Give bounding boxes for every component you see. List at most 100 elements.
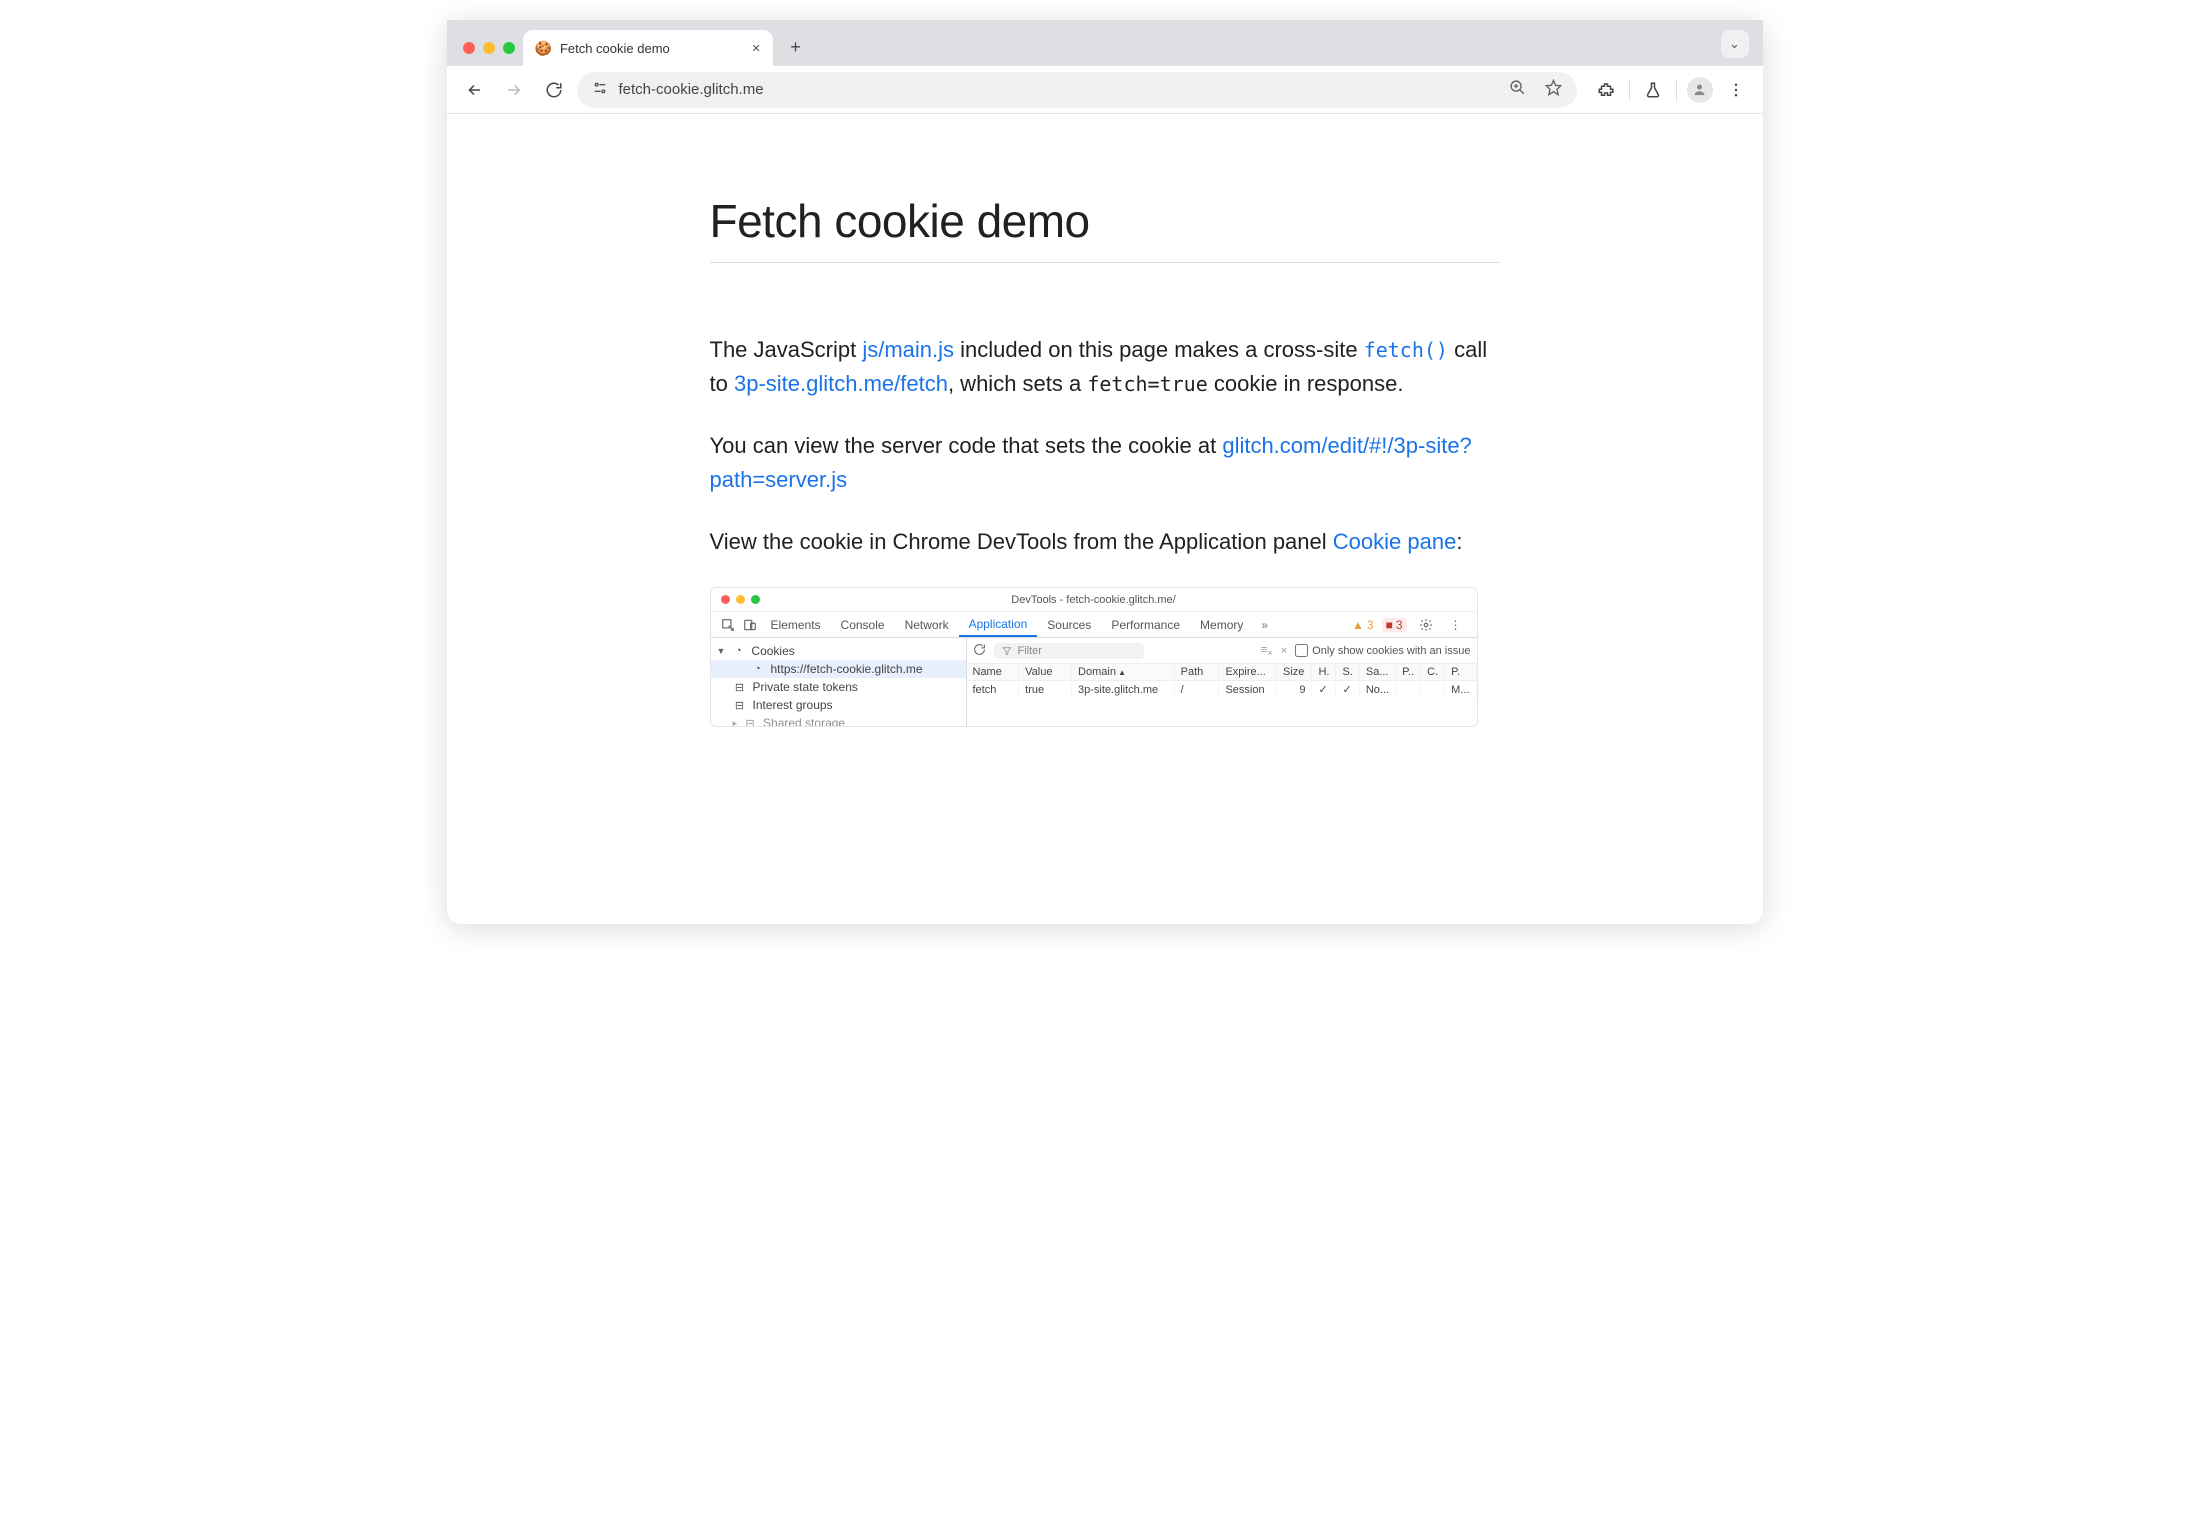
gear-icon[interactable] (1415, 618, 1437, 632)
close-tab-button[interactable]: × (752, 40, 761, 57)
cell-expires: Session (1219, 681, 1277, 699)
tab-title: Fetch cookie demo (560, 41, 670, 56)
col-path[interactable]: Path (1174, 664, 1219, 681)
menu-button[interactable] (1719, 73, 1753, 107)
devtools-filter-bar: Filter ≡× × Only show cookies with an is… (967, 638, 1477, 664)
tab-performance[interactable]: Performance (1101, 612, 1190, 637)
url-text: fetch-cookie.glitch.me (619, 81, 1495, 98)
sidebar-item-interest-groups[interactable]: ⊟ Interest groups (711, 696, 966, 714)
cell-value: true (1019, 681, 1072, 699)
device-icon[interactable] (739, 612, 761, 637)
refresh-icon[interactable] (973, 643, 986, 659)
link-main-js[interactable]: js/main.js (862, 337, 954, 362)
sidebar-item-cookie-origin[interactable]: ◔ https://fetch-cookie.glitch.me (711, 660, 966, 678)
code-fetch[interactable]: fetch() (1364, 338, 1448, 362)
minimize-window-button[interactable] (483, 42, 495, 54)
text: The JavaScript (710, 337, 863, 362)
database-icon: ⊟ (743, 717, 757, 727)
bookmark-icon[interactable] (1541, 79, 1567, 101)
col-priority[interactable]: P. (1445, 664, 1476, 681)
col-value[interactable]: Value (1019, 664, 1072, 681)
reload-icon (545, 81, 563, 99)
paragraph-3: View the cookie in Chrome DevTools from … (710, 525, 1500, 559)
address-bar[interactable]: fetch-cookie.glitch.me (577, 72, 1577, 108)
warnings-badge[interactable]: ▲ 3 (1352, 618, 1374, 632)
label: Cookies (751, 644, 794, 658)
more-tabs-button[interactable]: » (1253, 612, 1276, 637)
browser-tab[interactable]: 🍪 Fetch cookie demo × (523, 30, 773, 66)
only-issues-checkbox[interactable]: Only show cookies with an issue (1295, 644, 1470, 657)
back-button[interactable] (457, 73, 491, 107)
cell-priority: M... (1445, 681, 1476, 699)
reload-button[interactable] (537, 73, 571, 107)
tab-network[interactable]: Network (895, 612, 959, 637)
zoom-icon[interactable] (1505, 79, 1531, 101)
page-title: Fetch cookie demo (710, 194, 1500, 263)
close-icon[interactable]: × (1281, 645, 1287, 657)
text: , which sets a (948, 371, 1087, 396)
label: Shared storage (763, 716, 845, 726)
maximize-window-button[interactable] (503, 42, 515, 54)
extensions-button[interactable] (1589, 73, 1623, 107)
inspect-icon[interactable] (717, 612, 739, 637)
col-httponly[interactable]: H. (1312, 664, 1336, 681)
label: Only show cookies with an issue (1312, 645, 1470, 657)
separator (1676, 79, 1677, 101)
arrow-right-icon (505, 81, 523, 99)
link-3p-fetch[interactable]: 3p-site.glitch.me/fetch (734, 371, 948, 396)
labs-button[interactable] (1636, 73, 1670, 107)
col-domain[interactable]: Domain (1072, 664, 1175, 681)
cookies-table: Name Value Domain Path Expire... Size H.… (967, 664, 1477, 698)
col-crosssite[interactable]: C. (1421, 664, 1445, 681)
cookie-icon: 🍪 (535, 40, 552, 57)
new-tab-button[interactable]: + (781, 32, 811, 62)
cell-secure: ✓ (1336, 681, 1359, 699)
flask-icon (1644, 81, 1662, 99)
sidebar-item-shared-storage[interactable]: ▸ ⊟ Shared storage (711, 714, 966, 726)
tab-console[interactable]: Console (831, 612, 895, 637)
devtools-titlebar: DevTools - fetch-cookie.glitch.me/ (711, 588, 1477, 612)
window-controls (457, 42, 523, 66)
browser-toolbar: fetch-cookie.glitch.me (447, 66, 1763, 114)
col-partitionkey[interactable]: P.. (1396, 664, 1421, 681)
separator (1629, 79, 1630, 101)
link-cookie-pane[interactable]: Cookie pane (1333, 529, 1457, 554)
tab-sources[interactable]: Sources (1037, 612, 1101, 637)
table-row[interactable]: fetch true 3p-site.glitch.me / Session 9… (967, 681, 1477, 699)
text: : (1456, 529, 1462, 554)
avatar-icon (1687, 77, 1713, 103)
col-expires[interactable]: Expire... (1219, 664, 1277, 681)
filter-input[interactable]: Filter (994, 643, 1144, 659)
label: Interest groups (753, 698, 833, 712)
puzzle-icon (1597, 81, 1615, 99)
close-window-button[interactable] (463, 42, 475, 54)
tabs-dropdown-button[interactable]: ⌄ (1721, 30, 1749, 58)
errors-badge[interactable]: ■ 3 (1382, 618, 1407, 632)
sidebar-item-pst[interactable]: ⊟ Private state tokens (711, 678, 966, 696)
col-name[interactable]: Name (967, 664, 1019, 681)
label: https://fetch-cookie.glitch.me (771, 662, 923, 676)
col-samesite[interactable]: Sa... (1359, 664, 1395, 681)
kebab-icon[interactable]: ⋮ (1445, 618, 1467, 632)
chevron-right-icon: ▸ (733, 718, 738, 727)
profile-button[interactable] (1683, 73, 1717, 107)
database-icon: ⊟ (733, 699, 747, 712)
site-settings-icon[interactable] (591, 80, 609, 99)
forward-button[interactable] (497, 73, 531, 107)
devtools-main: Filter ≡× × Only show cookies with an is… (967, 638, 1477, 726)
tab-strip: 🍪 Fetch cookie demo × + ⌄ (447, 20, 1763, 66)
sidebar-item-cookies[interactable]: ▼ ◔ Cookies (711, 642, 966, 660)
code-cookie-value: fetch=true (1087, 372, 1207, 396)
chevron-down-icon: ▼ (717, 646, 726, 656)
devtools-title-text: DevTools - fetch-cookie.glitch.me/ (711, 594, 1477, 606)
cell-domain: 3p-site.glitch.me (1072, 681, 1175, 699)
col-secure[interactable]: S. (1336, 664, 1359, 681)
clear-filter-icon[interactable]: ≡× (1261, 644, 1273, 658)
tab-application[interactable]: Application (959, 612, 1038, 637)
cell-name: fetch (967, 681, 1019, 699)
col-size[interactable]: Size (1277, 664, 1312, 681)
tab-memory[interactable]: Memory (1190, 612, 1253, 637)
cell-cross (1421, 681, 1445, 699)
tab-elements[interactable]: Elements (761, 612, 831, 637)
cell-size: 9 (1277, 681, 1312, 699)
